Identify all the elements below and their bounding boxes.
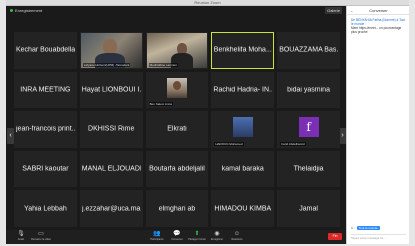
chat-button[interactable]: 💬 Converser <box>166 231 188 243</box>
start-video-label: Démarrer la vidéo <box>31 238 51 241</box>
participant-name: SABRI kaoutar <box>22 165 69 173</box>
participant-name: Yahia Lebbah <box>24 205 67 213</box>
participant-tile[interactable]: Jamal <box>277 190 340 227</box>
participant-tile[interactable]: j.ezzahar@uca.ma <box>79 190 143 227</box>
recording-label: Enregistrement <box>15 8 43 13</box>
participant-name: elmghari ab <box>158 205 196 213</box>
participant-name: MANAL ELJOUADI <box>81 165 141 173</box>
participant-tile-video[interactable]: Lafyaou Hicham(UPM) -Taroudant <box>79 32 143 69</box>
next-page-arrow-icon[interactable]: › <box>339 128 346 144</box>
participant-tile-video[interactable]: Mouhiddine Lamrani <box>145 32 209 69</box>
chat-recipient: À : Tout le monde <box>351 226 380 230</box>
participant-name: j.ezzahar@uca.ma <box>81 205 141 213</box>
participants-button[interactable]: 👥 Participants <box>146 231 168 243</box>
participants-label: Participants <box>150 238 164 241</box>
share-screen-label: Partager l'écran <box>188 238 206 241</box>
participant-name: jean-francois print... <box>16 125 75 133</box>
participant-avatar: f <box>298 117 319 138</box>
share-screen-icon: ⬆ <box>194 231 200 237</box>
chat-panel: ⌄ Converser De BENYAHIA Fatiha (Nommé) à… <box>346 6 410 244</box>
participant-name-tag: HAROUN Mohamed <box>214 141 244 146</box>
gallery-view-button[interactable]: Galerie <box>325 7 342 14</box>
participant-tile[interactable]: Hayat LIONBOUI I... <box>79 71 143 109</box>
chat-recipient-select[interactable]: Tout le monde <box>356 226 380 230</box>
audio-label: Audio <box>17 238 25 241</box>
participant-name: Boutarfa abdeljalil <box>149 165 205 173</box>
participant-tile[interactable]: MANAL ELJOUADI <box>79 150 143 188</box>
active-speaker-tile[interactable]: Benkhelifa Moha... <box>211 32 275 69</box>
participant-tile[interactable]: Elkrati <box>145 111 209 148</box>
participant-name: DKHISSI Rime <box>88 125 135 133</box>
share-screen-button[interactable]: ⬆ Partager l'écran <box>186 231 208 243</box>
participant-tile[interactable]: elmghari ab <box>145 190 209 227</box>
participant-tile[interactable]: Kechar Bouabdellah <box>14 32 77 69</box>
chat-label: Converser <box>171 238 183 241</box>
participant-name: bidai yasmina <box>287 86 330 94</box>
reactions-label: Réactions <box>231 238 243 241</box>
chat-title: Converser <box>369 8 388 13</box>
participant-tile[interactable]: bidai yasmina <box>277 71 340 109</box>
meeting-toolbar: 🎙 Audio ▭ Démarrer la vidéo 👥 Participan… <box>6 230 346 244</box>
participant-tile[interactable]: BOUAZZAMA Bas... <box>277 32 340 69</box>
participant-name: Jamal <box>299 205 318 213</box>
previous-page-arrow-icon[interactable]: ‹ <box>7 128 14 144</box>
audio-button[interactable]: 🎙 Audio <box>10 231 32 243</box>
participant-photo <box>232 117 253 138</box>
participant-name-tag: Farid Abdelhamid <box>280 141 306 146</box>
participant-name: INRA MEETING <box>20 86 71 94</box>
participant-name: kamal baraka <box>221 165 264 173</box>
participant-tile[interactable]: Thelaidjia <box>277 150 340 188</box>
participant-name: BOUAZZAMA Bas... <box>279 46 338 54</box>
participants-icon: 👥 <box>153 231 161 237</box>
chat-message-input[interactable]: Tapez votre message ici... <box>351 234 406 241</box>
participant-name-tag: Lafyaou Hicham(UPM) -Taroudant <box>82 62 131 67</box>
reactions-icon: ☺ <box>233 231 241 237</box>
record-label: Enregistrer <box>210 238 224 241</box>
participant-tile[interactable]: Boutarfa abdeljalil <box>145 150 209 188</box>
end-meeting-button[interactable]: Fin <box>328 233 342 240</box>
chat-message-text: Meet https://meet... un pourcentage plus… <box>351 26 402 34</box>
participant-name-tag: Mouhiddine Lamrani <box>148 62 178 67</box>
reactions-button[interactable]: ☺ Réactions <box>226 231 248 243</box>
participant-tile[interactable]: kamal baraka <box>211 150 275 188</box>
chat-header: ⌄ Converser <box>347 6 410 15</box>
participant-tile[interactable]: Rachid Hadria- IN... <box>211 71 275 109</box>
chat-message-sender: De BENYAHIA Fatiha (Nommé) à Tout le mon… <box>351 18 406 26</box>
participant-tile-photo[interactable]: HAROUN Mohamed <box>211 111 275 148</box>
participant-tile-photo[interactable]: Ben Salem Anna <box>145 71 209 109</box>
participant-tile[interactable]: DKHISSI Rime <box>79 111 143 148</box>
participant-grid: Kechar Bouabdellah Lafyaou Hicham(UPM) -… <box>14 32 340 227</box>
participant-tile[interactable]: INRA MEETING <box>14 71 77 109</box>
participant-name: Benkhelifa Moha... <box>213 46 272 54</box>
zoom-window: Enregistrement Galerie ‹ › Kechar Bouabd… <box>6 6 410 244</box>
participant-tile[interactable]: Yahia Lebbah <box>14 190 77 227</box>
chat-to-label: À : <box>351 226 355 230</box>
chat-icon: 💬 <box>173 231 181 237</box>
participant-name: HIMADOU KIMBA <box>214 205 272 213</box>
participant-name: Kechar Bouabdellah <box>16 46 75 54</box>
microphone-icon: 🎙 <box>17 231 25 237</box>
start-video-button[interactable]: ▭ Démarrer la vidéo <box>30 231 52 243</box>
meeting-header: Enregistrement Galerie <box>6 6 346 16</box>
participant-name: Thelaidjia <box>293 165 324 173</box>
participant-name: Elkrati <box>167 125 187 133</box>
participant-tile[interactable]: SABRI kaoutar <box>14 150 77 188</box>
record-icon: ◉ <box>214 231 220 237</box>
participant-name: Hayat LIONBOUI I... <box>81 86 141 94</box>
record-button[interactable]: ◉ Enregistrer <box>206 231 228 243</box>
recording-dot-icon <box>10 9 13 12</box>
participant-tile[interactable]: HIMADOU KIMBA <box>211 190 275 227</box>
participant-tile[interactable]: jean-francois print... <box>14 111 77 148</box>
meeting-area: Enregistrement Galerie ‹ › Kechar Bouabd… <box>6 6 346 244</box>
participant-name: Rachid Hadria- IN... <box>213 86 273 94</box>
participant-photo <box>166 77 187 98</box>
recording-indicator[interactable]: Enregistrement <box>10 8 42 13</box>
participant-tile-avatar[interactable]: f Farid Abdelhamid <box>277 111 340 148</box>
participant-name-tag: Ben Salem Anna <box>148 102 173 107</box>
video-camera-icon: ▭ <box>38 231 44 237</box>
